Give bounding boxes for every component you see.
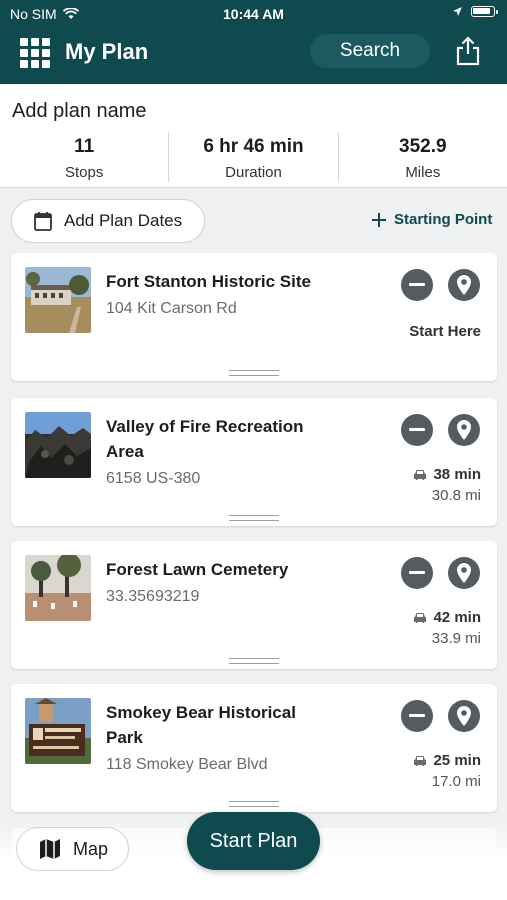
add-plan-dates-button[interactable]: Add Plan Dates [11, 199, 205, 243]
map-icon [40, 839, 60, 859]
stop-title: Valley of Fire Recreation Area [106, 417, 304, 461]
stat-label: Duration [225, 164, 282, 181]
drag-handle[interactable] [229, 515, 279, 521]
drive-time: 38 min [433, 466, 481, 483]
stat-value: 6 hr 46 min [203, 136, 304, 157]
pin-icon[interactable] [448, 414, 480, 446]
remove-icon[interactable] [401, 269, 433, 301]
drive-time: 42 min [433, 609, 481, 626]
remove-icon[interactable] [401, 700, 433, 732]
stat-label: Miles [405, 164, 441, 181]
stop-photo [25, 412, 91, 478]
car-icon [414, 469, 427, 480]
drive-info: 38 min 30.8 mi [413, 466, 481, 504]
start-plan-button[interactable]: Start Plan [187, 812, 320, 870]
stop-card[interactable]: Fort Stanton Historic Site 104 Kit Carso… [11, 253, 497, 381]
status-time: 10:44 AM [223, 6, 284, 22]
stat-label: Stops [64, 164, 104, 181]
stop-address: 104 Kit Carson Rd [106, 300, 237, 317]
pin-icon[interactable] [448, 269, 480, 301]
drive-info: 25 min 17.0 mi [413, 752, 481, 790]
starting-point-label: Starting Point [394, 211, 493, 228]
grid-icon[interactable] [20, 38, 50, 68]
stop-title: Forest Lawn Cemetery [106, 560, 289, 579]
location-icon [453, 7, 462, 16]
battery-icon [471, 6, 498, 17]
stop-photo [25, 267, 91, 333]
stop-name: Valley of Fire Recreation Area 6158 US-3… [106, 414, 336, 491]
stop-photo [25, 555, 91, 621]
stat-value: 11 [74, 136, 95, 157]
drive-time: 25 min [433, 752, 481, 769]
plus-icon [372, 212, 386, 227]
plan-name-field[interactable]: Add plan name [12, 100, 147, 123]
stop-address: 33.35693219 [106, 588, 200, 605]
status-bar: No SIM 10:44 AM [0, 0, 507, 28]
stop-title: Fort Stanton Historic Site [106, 272, 311, 291]
car-icon [414, 755, 427, 766]
remove-icon[interactable] [401, 414, 433, 446]
stop-title: Smokey Bear Historical Park [106, 703, 296, 747]
plan-stats: 11 Stops 6 hr 46 min Duration 352.9 Mile… [0, 132, 507, 182]
drive-distance: 17.0 mi [431, 773, 481, 790]
start-here-label: Start Here [409, 323, 481, 340]
add-plan-dates-label: Add Plan Dates [64, 211, 183, 230]
drag-handle[interactable] [229, 658, 279, 664]
stop-address: 6158 US-380 [106, 470, 201, 487]
calendar-icon [34, 212, 52, 231]
drive-distance: 30.8 mi [431, 487, 481, 504]
car-icon [414, 612, 427, 623]
drive-info: 42 min 33.9 mi [413, 609, 481, 647]
app-header: My Plan Search [0, 28, 507, 84]
pin-icon[interactable] [448, 700, 480, 732]
stop-name: Smokey Bear Historical Park 118 Smokey B… [106, 700, 336, 777]
starting-point-button[interactable]: Starting Point [372, 211, 492, 228]
drag-handle[interactable] [229, 801, 279, 807]
stop-card[interactable]: Valley of Fire Recreation Area 6158 US-3… [11, 398, 497, 526]
search-button[interactable]: Search [310, 34, 430, 68]
remove-icon[interactable] [401, 557, 433, 589]
page-title: My Plan [65, 39, 149, 64]
stop-photo [25, 698, 91, 764]
map-label: Map [73, 838, 109, 859]
map-button[interactable]: Map [16, 827, 129, 871]
plan-summary: Add plan name 11 Stops 6 hr 46 min Durat… [0, 84, 507, 188]
drive-distance: 33.9 mi [431, 630, 481, 647]
stop-card[interactable]: Smokey Bear Historical Park 118 Smokey B… [11, 684, 497, 812]
stop-address: 118 Smokey Bear Blvd [106, 756, 268, 773]
stat-value: 352.9 [399, 136, 447, 157]
stop-name: Fort Stanton Historic Site 104 Kit Carso… [106, 269, 336, 321]
drag-handle[interactable] [229, 370, 279, 376]
stop-name: Forest Lawn Cemetery 33.35693219 [106, 557, 336, 609]
share-icon[interactable] [455, 36, 481, 66]
pin-icon[interactable] [448, 557, 480, 589]
stat-stops: 11 Stops [0, 132, 170, 182]
stop-card[interactable]: Forest Lawn Cemetery 33.35693219 42 min … [11, 541, 497, 669]
stat-duration: 6 hr 46 min Duration [169, 132, 339, 182]
stat-miles: 352.9 Miles [339, 132, 507, 182]
